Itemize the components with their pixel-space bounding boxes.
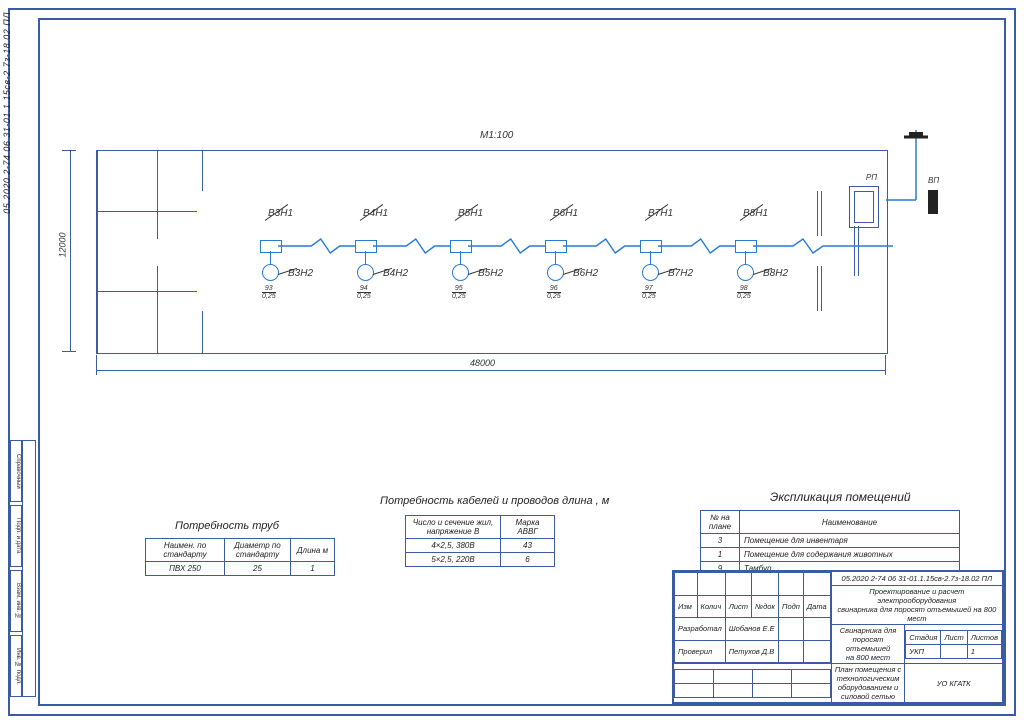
- side-box-sig: [22, 440, 36, 697]
- motor-icon: [452, 264, 469, 281]
- unit-rating: 950,25: [452, 285, 466, 300]
- pipes-title: Потребность труб: [175, 520, 279, 532]
- unit-rating: 960,25: [547, 285, 561, 300]
- dim-height: 12000: [58, 232, 68, 257]
- motor-icon: [262, 264, 279, 281]
- title-block: ИзмКоличЛист№докПодпДата РазработалШобан…: [672, 570, 1004, 704]
- panel-box: [849, 186, 879, 228]
- dim-line-v: [70, 150, 71, 352]
- unit-rating: 970,25: [642, 285, 656, 300]
- panel-label: РП: [866, 173, 877, 182]
- pipes-table: Наимен. по стандартуДиаметр по стандарту…: [145, 538, 335, 576]
- scale-label: М1:100: [480, 130, 513, 141]
- motor-icon: [357, 264, 374, 281]
- dim-line-h: [96, 370, 886, 371]
- side-box-1: Справочный: [10, 440, 22, 502]
- unit-rating: 940,25: [357, 285, 371, 300]
- vp-box: [928, 190, 938, 214]
- vp-label: ВП: [928, 176, 939, 185]
- motor-icon: [737, 264, 754, 281]
- unit-rating: 930,25: [262, 285, 276, 300]
- dim-width: 48000: [470, 358, 495, 368]
- cables-table: Число и сечение жил, напряжение ВМарка А…: [405, 515, 555, 567]
- side-box-3: Взам. инв. №: [10, 570, 22, 632]
- unit-rating: 980,25: [737, 285, 751, 300]
- door-icon: [817, 191, 822, 236]
- door-icon: [817, 266, 822, 311]
- side-code: 05.2020 2-74 06 31-01.1.15св-2.7з-18.02 …: [2, 12, 12, 214]
- drawing-sheet: 05.2020 2-74 06 31-01.1.15св-2.7з-18.02 …: [0, 0, 1024, 724]
- cable-tail-icon: [753, 236, 893, 258]
- motor-icon: [547, 264, 564, 281]
- side-box-4: Инв. № подл.: [10, 635, 22, 697]
- rooms-title: Экспликация помещений: [770, 490, 911, 504]
- side-box-2: Подп. и дата: [10, 505, 22, 567]
- motor-icon: [642, 264, 659, 281]
- cables-title: Потребность кабелей и проводов длина , м: [380, 495, 609, 507]
